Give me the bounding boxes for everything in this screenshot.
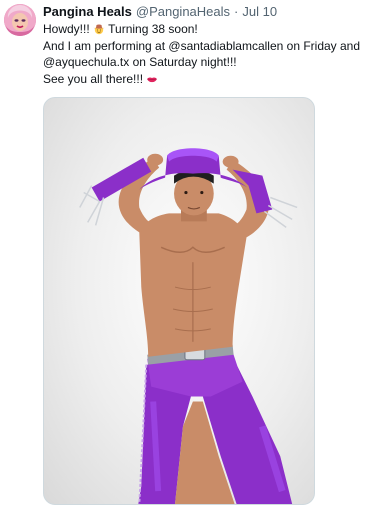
- tweet-line-1-after: Turning 38 soon!: [105, 22, 198, 36]
- tweet-header: Pangina Heals @PanginaHeals · Jul 10: [43, 3, 277, 21]
- display-name[interactable]: Pangina Heals: [43, 3, 132, 21]
- timestamp[interactable]: Jul 10: [242, 3, 277, 21]
- tweet-line-4: See you all there!!!: [43, 71, 373, 88]
- photo-performer-icon: [79, 148, 298, 504]
- tweet-text: Howdy!!! Turning 38 soon! And I am perfo…: [43, 21, 373, 87]
- avatar[interactable]: [4, 4, 36, 36]
- kiss-mark-emoji-icon: [147, 76, 158, 82]
- tweet[interactable]: Pangina Heals @PanginaHeals · Jul 10 How…: [0, 0, 375, 511]
- separator-dot: ·: [234, 4, 239, 19]
- tweet-line-1-before: Howdy!!!: [43, 22, 94, 36]
- cowboy-hat-face-emoji-icon: [93, 24, 105, 35]
- tweet-photo[interactable]: [43, 97, 315, 505]
- avatar-image-icon: [4, 4, 36, 36]
- tweet-line-2: And I am performing at @santadiablamcall…: [43, 38, 361, 53]
- user-handle[interactable]: @PanginaHeals: [136, 3, 230, 21]
- tweet-line-3: @ayquechula.tx on Saturday night!!!: [43, 55, 237, 69]
- tweet-line-1: Howdy!!! Turning 38 soon!: [43, 21, 373, 38]
- tweet-line-4-before: See you all there!!!: [43, 71, 147, 86]
